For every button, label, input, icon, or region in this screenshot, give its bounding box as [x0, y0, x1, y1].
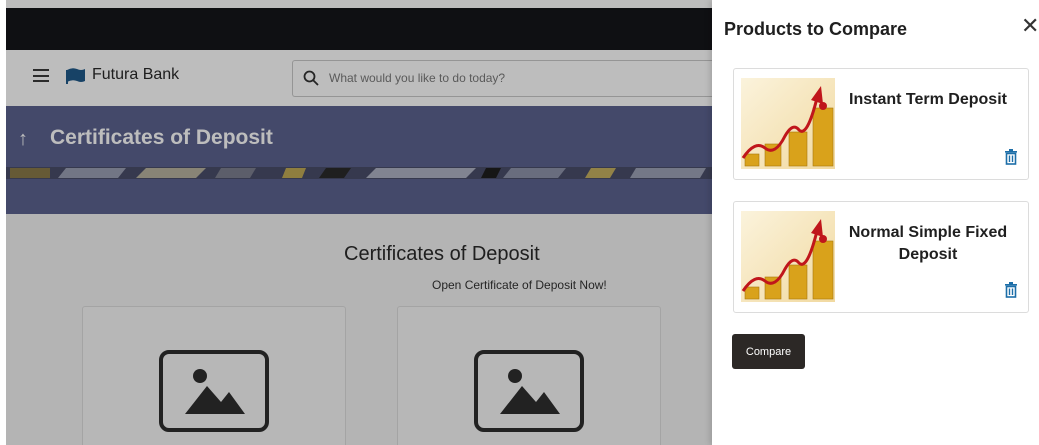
growth-coins-image: [741, 211, 835, 302]
product-name: Instant Term Deposit: [849, 91, 1007, 108]
left-frame: [0, 0, 6, 445]
background-page: Futura Bank What would you like to do to…: [0, 0, 712, 445]
compare-product-card: Instant Term Deposit: [733, 68, 1029, 180]
compare-product-card: Normal Simple Fixed Deposit: [733, 201, 1029, 313]
modal-overlay[interactable]: [0, 0, 712, 445]
close-icon[interactable]: ✕: [1021, 15, 1039, 37]
product-name: Normal Simple Fixed Deposit: [848, 224, 1008, 263]
trash-icon[interactable]: [1004, 282, 1018, 298]
growth-coins-image: [741, 78, 835, 169]
drawer-title: Products to Compare: [724, 19, 908, 39]
compare-drawer: Products to Compare ✕ Instant Term Depos…: [712, 0, 1039, 445]
trash-icon[interactable]: [1004, 149, 1018, 165]
compare-button[interactable]: Compare: [732, 334, 805, 369]
